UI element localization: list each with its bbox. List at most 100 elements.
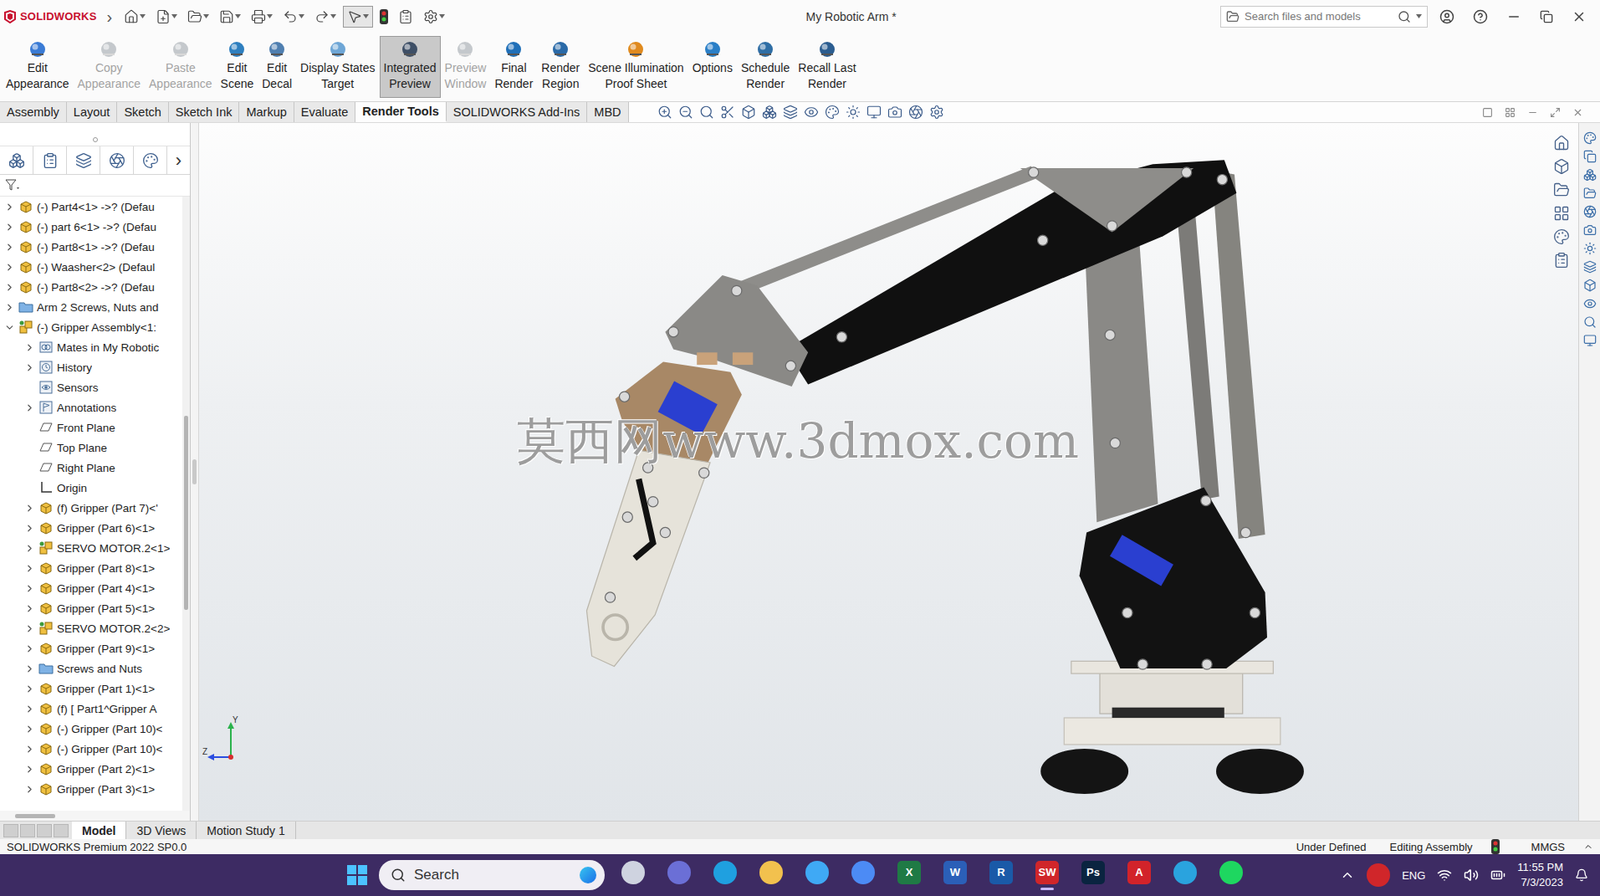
- app-logo[interactable]: SOLIDWORKS: [3, 10, 103, 24]
- dropdown-icon[interactable]: [203, 14, 210, 19]
- tree-item[interactable]: Front Plane: [0, 417, 183, 438]
- bing-icon[interactable]: [579, 866, 597, 884]
- task-pane-icon[interactable]: [1583, 333, 1597, 348]
- side-tool-icon[interactable]: [1553, 228, 1570, 246]
- tree-item[interactable]: (-) Waasher<2> (Defaul: [0, 256, 183, 277]
- close-icon[interactable]: [1571, 9, 1587, 25]
- expander[interactable]: [23, 763, 36, 775]
- split-icon[interactable]: [1504, 107, 1516, 118]
- tree-scrollbar[interactable]: [182, 196, 190, 811]
- network-icon[interactable]: [1436, 867, 1452, 883]
- expander[interactable]: [23, 603, 36, 614]
- ribbon-button[interactable]: CopyAppearance: [73, 35, 146, 98]
- view-tool-icon[interactable]: [782, 104, 798, 120]
- ribbon-button[interactable]: EditDecal: [257, 35, 297, 98]
- task-pane-icon[interactable]: [1583, 223, 1597, 237]
- volume-icon[interactable]: [1463, 867, 1479, 883]
- ribbon-button[interactable]: RenderRegion: [536, 35, 584, 98]
- view-tool-icon[interactable]: [908, 104, 924, 120]
- minimize-icon[interactable]: [1506, 9, 1522, 25]
- more-tabs[interactable]: ›: [167, 149, 190, 172]
- panel-grip[interactable]: [0, 122, 190, 147]
- side-tool-icon[interactable]: [1553, 204, 1570, 222]
- tree-item[interactable]: (-) part 6<1> ->? (Defau: [0, 216, 183, 237]
- tree-item[interactable]: (-) Gripper (Part 10)<: [0, 738, 183, 759]
- help-icon[interactable]: [1472, 9, 1488, 25]
- command-tab[interactable]: Evaluate: [294, 102, 356, 123]
- graphics-area[interactable]: 莫西网www.3dmox.comYZ: [199, 122, 1579, 821]
- tree-item[interactable]: (-) Part4<1> ->? (Defau: [0, 196, 183, 217]
- command-tab[interactable]: MBD: [587, 102, 629, 123]
- task-pane-icon[interactable]: [1583, 149, 1597, 164]
- tab-nav-button[interactable]: [36, 823, 52, 838]
- side-tool-icon[interactable]: [1553, 158, 1570, 175]
- view-tool-icon[interactable]: [929, 104, 945, 120]
- view-tool-icon[interactable]: [699, 104, 715, 120]
- tree-item[interactable]: Origin: [0, 477, 183, 498]
- expander[interactable]: [3, 261, 16, 273]
- taskbar-app[interactable]: SW: [1028, 855, 1066, 895]
- unit-system[interactable]: MMGS: [1526, 840, 1570, 854]
- tree-item[interactable]: (-) Part8<2> ->? (Defau: [0, 276, 183, 297]
- maximize-icon[interactable]: [1549, 107, 1561, 118]
- expander[interactable]: [23, 402, 36, 414]
- tree-item[interactable]: (-) Gripper (Part 10)<: [0, 718, 183, 739]
- taskbar-app[interactable]: [660, 855, 698, 895]
- view-tool-icon[interactable]: [845, 104, 861, 120]
- notifications-icon[interactable]: [1574, 868, 1589, 882]
- taskbar-app[interactable]: [844, 855, 882, 895]
- task-pane-icon[interactable]: [1583, 204, 1597, 219]
- quick-access-button[interactable]: [247, 6, 277, 27]
- taskbar-app[interactable]: A: [1120, 855, 1158, 895]
- task-pane-icon[interactable]: [1583, 168, 1597, 182]
- quick-access-button[interactable]: [152, 6, 181, 27]
- taskbar-app[interactable]: R: [982, 855, 1020, 895]
- rebuild-icon[interactable]: [379, 9, 389, 25]
- dropdown-icon[interactable]: [439, 14, 445, 19]
- ribbon-button[interactable]: EditAppearance: [1, 35, 74, 98]
- tree-item[interactable]: Gripper (Part 1)<1>: [0, 678, 183, 699]
- ribbon-button[interactable]: ScheduleRender: [736, 35, 794, 98]
- tree-item[interactable]: Screws and Nuts: [0, 658, 183, 679]
- tree-item[interactable]: Mates in My Robotic: [0, 337, 183, 358]
- expander[interactable]: [23, 582, 36, 594]
- tree-item[interactable]: History: [0, 357, 183, 378]
- search-icon[interactable]: [1397, 10, 1411, 24]
- tree-item[interactable]: (-) Gripper Assembly<1:: [0, 316, 183, 338]
- restore-icon[interactable]: [1539, 10, 1554, 24]
- task-pane-icon[interactable]: [1583, 131, 1597, 145]
- tree-item[interactable]: (f) Gripper (Part 7)<': [0, 497, 183, 518]
- expander[interactable]: [3, 301, 16, 313]
- ribbon-button[interactable]: EditScene: [216, 35, 259, 98]
- ribbon-button[interactable]: Recall LastRender: [793, 35, 860, 98]
- task-pane-icon[interactable]: [1583, 278, 1597, 292]
- ribbon-button[interactable]: Options: [688, 35, 737, 98]
- task-pane-icon[interactable]: [1583, 186, 1597, 200]
- expander[interactable]: [23, 703, 36, 715]
- ribbon-button[interactable]: IntegratedPreview: [379, 35, 441, 98]
- panel-splitter[interactable]: [190, 122, 200, 821]
- view-tool-icon[interactable]: [657, 104, 673, 120]
- expander[interactable]: [3, 241, 16, 253]
- taskbar-app[interactable]: [1212, 855, 1250, 895]
- model-tab[interactable]: Motion Study 1: [196, 821, 296, 839]
- options-button[interactable]: [419, 6, 449, 27]
- view-tool-icon[interactable]: [824, 104, 840, 120]
- tree-item[interactable]: (-) Part8<1> ->? (Defau: [0, 236, 183, 257]
- rebuild-button[interactable]: [376, 6, 392, 27]
- side-tool-icon[interactable]: [1553, 251, 1570, 269]
- expander[interactable]: [23, 663, 36, 675]
- dropdown-icon[interactable]: [266, 14, 273, 19]
- quick-access-button[interactable]: [311, 6, 340, 27]
- command-tab[interactable]: Markup: [239, 102, 294, 123]
- dropdown-icon[interactable]: [330, 14, 337, 19]
- command-tab[interactable]: Layout: [66, 102, 118, 123]
- task-pane-icon[interactable]: [1583, 241, 1597, 256]
- expander[interactable]: [3, 281, 16, 293]
- hidden-icons-icon[interactable]: [1339, 867, 1355, 883]
- view-tool-icon[interactable]: [866, 104, 882, 120]
- expander[interactable]: [23, 743, 36, 755]
- expander[interactable]: [23, 362, 36, 374]
- expander[interactable]: [23, 723, 36, 735]
- quick-access-button[interactable]: [120, 6, 149, 27]
